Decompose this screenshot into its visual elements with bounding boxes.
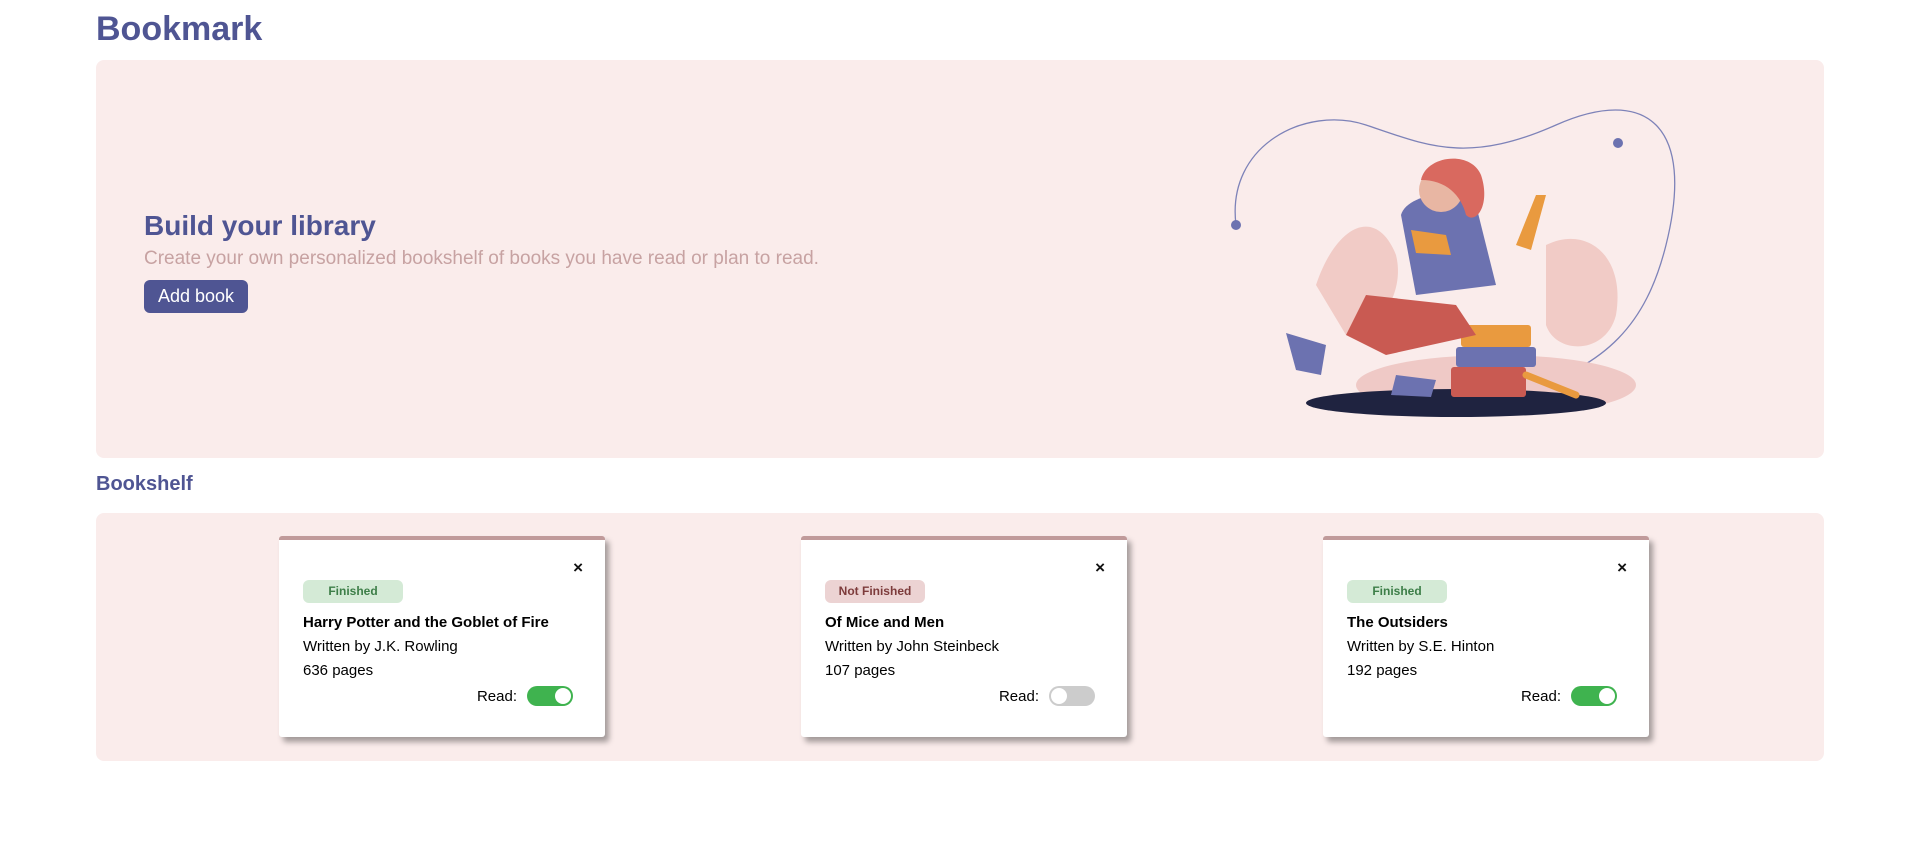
hero-subtitle: Create your own personalized bookshelf o… xyxy=(144,248,819,269)
bookshelf-title: Bookshelf xyxy=(96,473,193,495)
book-card: × Finished Harry Potter and the Goblet o… xyxy=(279,536,605,737)
book-author: Written by J.K. Rowling xyxy=(303,638,458,655)
read-toggle[interactable] xyxy=(1571,686,1617,706)
toggle-knob xyxy=(1599,688,1615,704)
status-badge: Finished xyxy=(303,580,403,603)
close-icon[interactable]: × xyxy=(1095,558,1105,578)
bookshelf-panel: × Finished Harry Potter and the Goblet o… xyxy=(96,513,1824,761)
book-card: × Finished The Outsiders Written by S.E.… xyxy=(1323,536,1649,737)
add-book-button[interactable]: Add book xyxy=(144,280,249,313)
toggle-knob xyxy=(1051,688,1067,704)
read-row: Read: xyxy=(1521,686,1617,706)
read-row: Read: xyxy=(477,686,573,706)
read-row: Read: xyxy=(999,686,1095,706)
toggle-knob xyxy=(555,688,571,704)
reading-illustration xyxy=(1231,109,1676,417)
book-pages: 107 pages xyxy=(825,662,896,679)
status-badge: Not Finished xyxy=(825,580,925,603)
book-pages: 192 pages xyxy=(1347,662,1418,679)
book-card: × Not Finished Of Mice and Men Written b… xyxy=(801,536,1127,737)
status-badge: Finished xyxy=(1347,580,1447,603)
read-label: Read: xyxy=(476,687,517,705)
book-title: Harry Potter and the Goblet of Fire xyxy=(303,614,549,631)
hero-title: Build your library xyxy=(144,210,376,241)
close-icon[interactable]: × xyxy=(573,558,583,578)
hero-banner: Build your library Create your own perso… xyxy=(96,60,1824,458)
read-toggle[interactable] xyxy=(527,686,573,706)
hero-text: Build your library Create your own perso… xyxy=(144,210,819,313)
read-toggle[interactable] xyxy=(1049,686,1095,706)
close-icon[interactable]: × xyxy=(1617,558,1627,578)
book-pages: 636 pages xyxy=(303,662,374,679)
read-label: Read: xyxy=(998,687,1039,705)
read-label: Read: xyxy=(1520,687,1561,705)
book-author: Written by S.E. Hinton xyxy=(1347,638,1495,655)
book-title: Of Mice and Men xyxy=(825,614,945,631)
book-author: Written by John Steinbeck xyxy=(825,638,999,655)
app-title: Bookmark xyxy=(96,10,263,48)
book-title: The Outsiders xyxy=(1347,614,1448,631)
